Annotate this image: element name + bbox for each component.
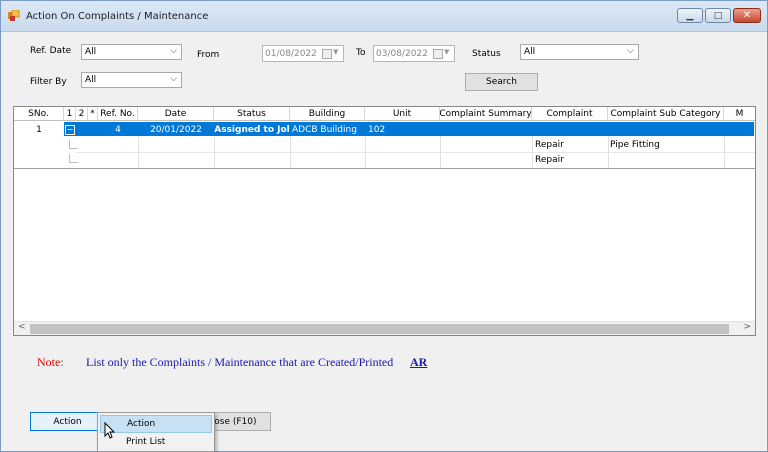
scroll-thumb[interactable]: [30, 324, 729, 334]
app-icon: [8, 10, 20, 21]
column-header-m[interactable]: M: [724, 107, 755, 121]
maximize-icon: □: [713, 10, 723, 21]
filter-by-label: Filter By: [30, 77, 67, 87]
column-header-complaint[interactable]: Complaint: [532, 107, 608, 121]
cell-date: 20/01/2022: [150, 124, 202, 135]
to-label: To: [356, 48, 366, 58]
mouse-cursor-icon: [104, 422, 116, 439]
action-button[interactable]: Action: [30, 412, 105, 431]
cell-sno: 1: [36, 124, 42, 135]
close-icon: ✕: [742, 10, 752, 21]
ref-date-value: All: [85, 47, 97, 57]
subrow-sub-category: [610, 153, 722, 166]
chevron-left-icon[interactable]: <: [18, 322, 26, 332]
calendar-icon: [322, 49, 332, 59]
column-header-2[interactable]: 2: [76, 107, 88, 121]
subrow-complaint: Repair: [535, 154, 564, 165]
status-label: Status: [472, 49, 501, 59]
collapse-icon: −: [65, 124, 75, 135]
column-header-1[interactable]: 1: [64, 107, 76, 121]
ref-date-select[interactable]: All ⌵: [81, 44, 182, 60]
window-title: Action On Complaints / Maintenance: [26, 11, 209, 22]
ar-link[interactable]: AR: [410, 355, 427, 370]
menu-item-action[interactable]: Action: [100, 415, 212, 433]
search-button[interactable]: Search: [465, 73, 538, 91]
title-bar[interactable]: Action On Complaints / Maintenance ▁ □ ✕: [1, 1, 767, 32]
cell-ref-no: 4: [115, 124, 121, 135]
column-header-status[interactable]: Status: [214, 107, 290, 121]
maximize-button[interactable]: □: [705, 8, 731, 23]
complaints-grid[interactable]: SNo. 1 2 * Ref. No. Date Status Building…: [13, 106, 756, 336]
cell-status: Assigned to Jol: [214, 124, 290, 135]
filter-by-value: All: [85, 75, 97, 85]
column-header-complaint-sub-category[interactable]: Complaint Sub Category: [608, 107, 724, 121]
close-window-button[interactable]: ✕: [733, 8, 761, 23]
menu-item-print-list[interactable]: Print List: [100, 433, 212, 451]
chevron-down-icon: ⌵: [170, 46, 177, 56]
tree-line-icon: [69, 154, 78, 163]
from-label: From: [197, 50, 220, 60]
cell-building: ADCB Building: [292, 124, 357, 135]
minimize-icon: ▁: [686, 10, 694, 21]
chevron-right-icon[interactable]: >: [743, 322, 751, 332]
to-date-picker[interactable]: 03/08/2022 ▼: [373, 45, 455, 62]
column-header-building[interactable]: Building: [290, 107, 365, 121]
subrow-complaint: Repair: [535, 139, 564, 150]
from-date-value: 01/08/2022: [265, 49, 317, 59]
chevron-down-icon: ⌵: [627, 46, 634, 56]
status-value: All: [524, 47, 536, 57]
note-label: Note:: [37, 355, 64, 369]
column-header-star[interactable]: *: [88, 107, 98, 121]
column-header-sno[interactable]: SNo.: [14, 107, 64, 121]
column-header-ref-no[interactable]: Ref. No.: [98, 107, 138, 121]
column-header-date[interactable]: Date: [138, 107, 214, 121]
subrow-sub-category: Pipe Fitting: [610, 139, 660, 150]
cell-unit: 102: [368, 124, 386, 135]
ref-date-label: Ref. Date: [30, 46, 72, 56]
status-select[interactable]: All ⌵: [520, 44, 639, 60]
column-header-unit[interactable]: Unit: [365, 107, 440, 121]
main-window: Action On Complaints / Maintenance ▁ □ ✕…: [0, 0, 768, 452]
from-date-picker[interactable]: 01/08/2022 ▼: [262, 45, 344, 62]
expander-icon[interactable]: −: [64, 123, 76, 136]
chevron-down-icon: ▼: [333, 48, 339, 56]
to-date-value: 03/08/2022: [376, 49, 428, 59]
minimize-button[interactable]: ▁: [677, 8, 703, 23]
chevron-down-icon: ▼: [444, 48, 450, 56]
horizontal-scrollbar[interactable]: < >: [14, 321, 755, 335]
calendar-icon: [433, 49, 443, 59]
chevron-down-icon: ⌵: [170, 74, 177, 84]
tree-line-icon: [69, 140, 78, 149]
filter-by-select[interactable]: All ⌵: [81, 72, 182, 88]
column-header-complaint-summary[interactable]: Complaint Summary: [440, 107, 532, 121]
note-text: List only the Complaints / Maintenance t…: [86, 355, 394, 369]
